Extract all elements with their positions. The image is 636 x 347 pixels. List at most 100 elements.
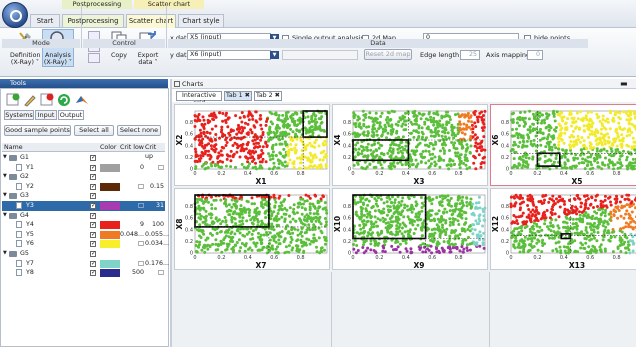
tab-output[interactable]: Output [58, 110, 84, 120]
column-crit-low[interactable]: Crit low [120, 143, 144, 152]
visibility-checkbox[interactable] [90, 220, 96, 230]
tab-input[interactable]: Input [35, 110, 57, 120]
visibility-checkbox[interactable] [90, 230, 96, 239]
color-swatch[interactable] [100, 202, 120, 210]
scatter-point [451, 221, 455, 225]
crit-up-cell[interactable]: 0.034... [145, 239, 169, 249]
copy-button[interactable]: Copy ˅ [106, 30, 132, 66]
tab-tab1[interactable]: Tab 1 ✖ [224, 91, 252, 101]
table-row[interactable]: Y7□0.176... [2, 259, 169, 269]
visibility-checkbox[interactable] [90, 191, 96, 201]
color-swatch[interactable] [100, 240, 120, 249]
matlab-icon[interactable] [75, 93, 89, 107]
visibility-checkbox[interactable] [90, 268, 96, 278]
axis-mapping-input[interactable]: 0 [527, 50, 543, 60]
reset-2d-map-button[interactable]: Reset 2d map [364, 49, 412, 60]
tab-tab2[interactable]: Tab 2 ✖ [254, 91, 282, 101]
tree-group-row[interactable]: ▼ G2 [2, 172, 165, 182]
tab-postprocessing[interactable]: Postprocessing [62, 14, 124, 27]
edge-length-input[interactable]: 25 [460, 50, 480, 60]
scatter-plot-x6-vs-x5[interactable]: 0 0.2 0.4 0.6 0.8 0 0.2 0.4 0.6 0.8 X5 X6 [490, 104, 636, 186]
tree-group-row[interactable]: ▼ G3 [2, 191, 165, 201]
crit-low-cell[interactable]: □ [120, 201, 144, 211]
column-name[interactable]: Name [4, 143, 23, 152]
tree-group-row[interactable]: ▼ G5 [2, 249, 165, 259]
crit-low-cell[interactable]: 0 [120, 163, 144, 173]
visibility-checkbox[interactable] [90, 172, 96, 182]
column-color[interactable]: Color [100, 143, 116, 152]
color-swatch[interactable] [100, 269, 120, 278]
color-swatch[interactable] [100, 259, 120, 268]
table-row[interactable]: Y10□ [2, 163, 165, 173]
table-row[interactable]: Y50.048...0.055... [2, 230, 169, 240]
visibility-checkbox[interactable] [90, 211, 96, 220]
scatter-point [441, 248, 445, 252]
tab-systems[interactable]: Systems [4, 110, 34, 120]
crit-up-cell[interactable]: 0.055... [145, 230, 169, 240]
expand-arrow-icon[interactable]: ▼ [3, 249, 7, 259]
expand-arrow-icon[interactable]: ▼ [3, 172, 7, 182]
definition-button[interactable]: Definition (X-Ray) ˅ [10, 30, 41, 66]
zoom-fit-icon[interactable] [88, 53, 100, 63]
tab-start[interactable]: Start [30, 14, 60, 27]
edit-icon[interactable] [23, 93, 37, 107]
scatter-point [386, 224, 390, 228]
color-swatch[interactable] [100, 182, 120, 191]
export-data-button[interactable]: Export data ˅ [134, 30, 162, 66]
expand-arrow-icon[interactable]: ▼ [3, 153, 7, 163]
scatter-plot-x2-vs-x1[interactable]: 0 0.2 0.4 0.6 0.8 0 0.2 0.4 0.6 0.8 X1 X2 [174, 104, 330, 186]
visibility-checkbox[interactable] [90, 249, 96, 259]
crit-up-cell[interactable]: 0.176... [145, 259, 169, 269]
delete-output-icon[interactable] [40, 93, 54, 107]
color-swatch[interactable] [100, 163, 120, 172]
scatter-point [461, 250, 465, 254]
crit-up-cell[interactable]: 31 [145, 201, 164, 211]
tree-group-row[interactable]: ▼ G4 [2, 211, 165, 221]
visibility-checkbox[interactable] [90, 153, 96, 163]
good-sample-points-button[interactable]: Good sample points [4, 125, 71, 136]
visibility-checkbox[interactable] [90, 201, 96, 211]
scatter-plot-x10-vs-x9[interactable]: 0 0.2 0.4 0.6 0.8 0 0.2 0.4 0.6 0.8 X9 X10 [332, 188, 488, 270]
scatter-plot-x12-vs-x13[interactable]: 0 0.2 0.4 0.6 0.8 0 0.2 0.4 0.6 0.8 X13 X12 [490, 188, 636, 270]
scatter-plot-x8-vs-x7[interactable]: 0 0.2 0.4 0.6 0.8 0 0.2 0.4 0.6 0.8 X7 X8 [174, 188, 330, 270]
color-swatch[interactable] [100, 221, 120, 230]
analysis-button[interactable]: Analysis (X-Ray) ˅ [42, 29, 74, 67]
tree-group-row[interactable]: ▼ G1 [2, 153, 165, 163]
crit-low-cell[interactable]: □ [120, 182, 144, 192]
crit-up-cell[interactable]: □ [145, 163, 164, 173]
visibility-checkbox[interactable] [90, 259, 96, 268]
minimize-icon[interactable]: ▬ [620, 80, 636, 88]
crit-up-cell[interactable]: 100 [145, 220, 164, 230]
expand-arrow-icon[interactable]: ▼ [3, 191, 7, 201]
chevron-down-icon[interactable]: ▼ [270, 51, 279, 59]
tab-chart-style[interactable]: Chart style [178, 14, 224, 27]
table-row[interactable]: Y3□31 [2, 201, 165, 211]
add-output-icon[interactable] [6, 93, 20, 107]
refresh-icon[interactable] [57, 93, 71, 107]
app-menu-button[interactable] [2, 2, 28, 28]
color-swatch[interactable] [100, 230, 120, 239]
expand-arrow-icon[interactable]: ▼ [3, 211, 7, 221]
visibility-checkbox[interactable] [90, 182, 96, 191]
crit-low-cell[interactable]: 0.048... [120, 230, 144, 240]
visibility-checkbox[interactable] [90, 163, 96, 172]
y-data-select[interactable]: X6 (input) [187, 50, 271, 60]
crit-low-cell[interactable]: □ [120, 239, 144, 249]
visibility-checkbox[interactable] [90, 239, 96, 249]
crit-low-cell[interactable]: 9 [120, 220, 144, 230]
table-row[interactable]: Y8500□ [2, 268, 165, 278]
scatter-plot-x4-vs-x3[interactable]: 0 0.2 0.4 0.6 0.8 0 0.2 0.4 0.6 0.8 X3 X4 [332, 104, 488, 186]
table-row[interactable]: Y6□0.034... [2, 239, 169, 249]
table-row[interactable]: Y49100 [2, 220, 165, 230]
scatter-point [422, 112, 426, 116]
select-all-button[interactable]: Select all [74, 125, 114, 136]
crit-up-cell[interactable]: □ [145, 268, 164, 278]
tab-scatter-chart[interactable]: Scatter chart [126, 14, 176, 28]
scatter-point [545, 137, 549, 141]
tab-interactive-grid[interactable]: Interactive grid [176, 91, 222, 107]
crit-low-cell[interactable]: □ [120, 259, 144, 269]
select-none-button[interactable]: Select none [117, 125, 161, 136]
crit-up-cell[interactable]: 0.15 [145, 182, 164, 192]
crit-low-cell[interactable]: 500 [120, 268, 144, 278]
table-row[interactable]: Y2□0.15 [2, 182, 165, 192]
